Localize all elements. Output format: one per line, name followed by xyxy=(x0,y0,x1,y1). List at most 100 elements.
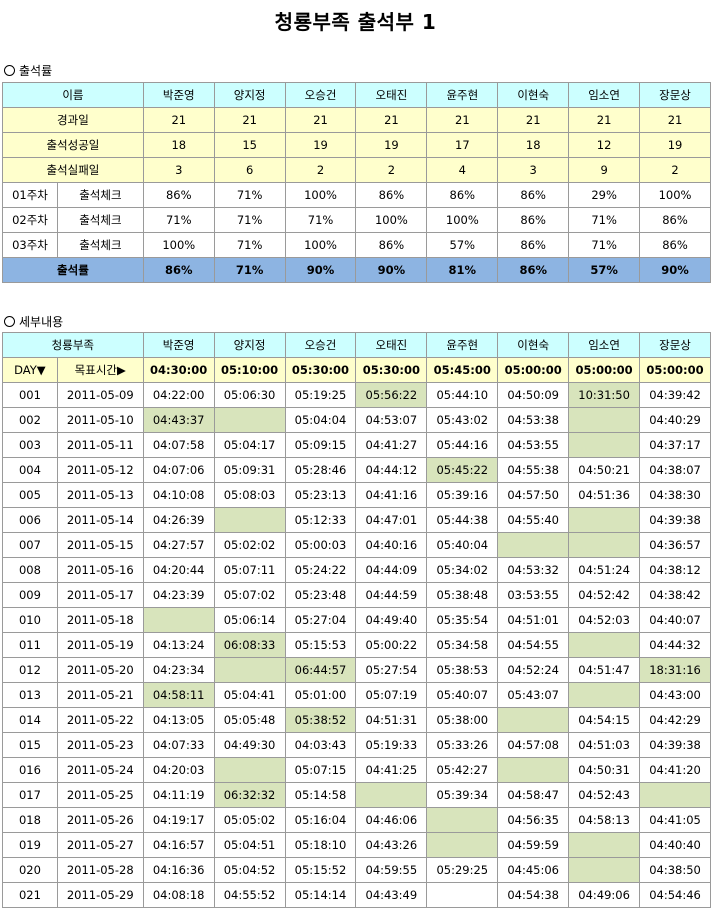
highlighted-time-cell xyxy=(568,857,641,883)
member-name-cell: 임소연 xyxy=(568,332,641,358)
day-number-cell: 013 xyxy=(2,682,58,708)
day-number-cell: 021 xyxy=(2,882,58,908)
day-number-cell: 008 xyxy=(2,557,58,583)
details-table: 청룡부족 박준영 양지정 오승건 오태진 윤주현 이현숙 임소연 장문상 DAY▼ 목표시간▶ 04:… xyxy=(2,332,711,908)
time-cell: 04:44:59 xyxy=(355,582,428,608)
summary-value-cell: 21 xyxy=(142,107,215,133)
date-cell: 2011-05-26 xyxy=(56,807,144,833)
summary-label-cell: 경과일 xyxy=(2,107,144,133)
week-percent-cell: 100% xyxy=(284,182,357,208)
highlighted-time-cell xyxy=(568,832,641,858)
day-number-cell: 014 xyxy=(2,707,58,733)
summary-label-cell: 출석성공일 xyxy=(2,132,144,158)
time-cell: 05:19:25 xyxy=(284,382,357,408)
time-cell: 05:38:48 xyxy=(426,582,499,608)
time-cell: 04:43:49 xyxy=(355,882,428,908)
week-row: 01주차 출석체크 86% 71% 100% 86% 86% 86% 29% 100% xyxy=(2,182,711,208)
time-cell: 05:02:02 xyxy=(213,532,286,558)
date-cell: 2011-05-24 xyxy=(56,757,144,783)
time-cell: 04:50:31 xyxy=(568,757,641,783)
time-cell: 04:13:05 xyxy=(142,707,215,733)
highlighted-time-cell xyxy=(213,757,286,783)
time-cell: 05:40:04 xyxy=(426,532,499,558)
summary-value-cell: 17 xyxy=(426,132,499,158)
highlighted-time-cell: 18:31:16 xyxy=(639,657,711,683)
week-percent-cell: 86% xyxy=(639,232,711,258)
day-row: 002 2011-05-10 04:43:37 05:04:04 04:53:07 05:… xyxy=(2,407,711,433)
time-cell: 04:07:33 xyxy=(142,732,215,758)
highlighted-time-cell xyxy=(213,407,286,433)
time-cell: 05:34:58 xyxy=(426,632,499,658)
highlighted-time-cell xyxy=(213,507,286,533)
summary-row: 출석성공일 18 15 19 19 17 18 12 19 xyxy=(2,132,711,158)
time-cell: 03:53:55 xyxy=(497,582,570,608)
week-row: 02주차 출석체크 71% 71% 71% 100% 100% 86% 71% 86% xyxy=(2,207,711,233)
time-cell: 05:07:19 xyxy=(355,682,428,708)
time-cell: 05:42:27 xyxy=(426,757,499,783)
day-number-cell: 006 xyxy=(2,507,58,533)
time-cell: 04:20:44 xyxy=(142,557,215,583)
summary-value-cell: 21 xyxy=(284,107,357,133)
time-cell: 04:16:36 xyxy=(142,857,215,883)
day-row: 009 2011-05-17 04:23:39 05:07:02 05:23:48 04:… xyxy=(2,582,711,608)
summary-row: 경과일 21 21 21 21 21 21 21 21 xyxy=(2,107,711,133)
time-cell: 04:56:35 xyxy=(497,807,570,833)
page-title: 청룡부족 출석부 1 xyxy=(274,10,437,34)
time-cell: 04:57:08 xyxy=(497,732,570,758)
highlighted-time-cell: 04:43:37 xyxy=(142,407,215,433)
total-rate-cell: 71% xyxy=(213,257,286,283)
date-cell: 2011-05-19 xyxy=(56,632,144,658)
time-cell: 04:26:39 xyxy=(142,507,215,533)
time-cell: 04:55:40 xyxy=(497,507,570,533)
time-cell: 05:35:54 xyxy=(426,607,499,633)
week-percent-cell: 71% xyxy=(213,182,286,208)
total-rate-label-cell: 출석률 xyxy=(2,257,144,283)
time-cell: 05:09:15 xyxy=(284,432,357,458)
time-cell: 04:53:32 xyxy=(497,557,570,583)
time-cell: 04:43:00 xyxy=(639,682,711,708)
time-cell: 05:28:46 xyxy=(284,457,357,483)
target-time-cell: 05:00:00 xyxy=(497,357,570,383)
highlighted-time-cell: 06:32:32 xyxy=(213,782,286,808)
highlighted-time-cell xyxy=(639,782,711,808)
time-cell: 04:41:20 xyxy=(639,757,711,783)
date-cell: 2011-05-28 xyxy=(56,857,144,883)
time-cell: 04:43:26 xyxy=(355,832,428,858)
target-time-cell: 04:30:00 xyxy=(142,357,215,383)
time-cell: 04:47:01 xyxy=(355,507,428,533)
time-cell: 04:54:55 xyxy=(497,632,570,658)
time-cell: 05:23:13 xyxy=(284,482,357,508)
day-number-cell: 009 xyxy=(2,582,58,608)
name-header-row: 이름 박준영 양지정 오승건 오태진 윤주현 이현숙 임소연 장문상 xyxy=(2,82,711,108)
time-cell: 04:23:39 xyxy=(142,582,215,608)
time-cell: 04:42:29 xyxy=(639,707,711,733)
time-cell: 04:40:29 xyxy=(639,407,711,433)
week-percent-cell: 86% xyxy=(497,207,570,233)
date-cell: 2011-05-15 xyxy=(56,532,144,558)
date-cell: 2011-05-17 xyxy=(56,582,144,608)
member-name-cell: 양지정 xyxy=(213,82,286,108)
time-cell: 04:38:42 xyxy=(639,582,711,608)
time-cell: 05:07:15 xyxy=(284,757,357,783)
day-row: 003 2011-05-11 04:07:58 05:04:17 05:09:15 04:… xyxy=(2,432,711,458)
time-cell: 05:01:00 xyxy=(284,682,357,708)
time-cell: 04:50:21 xyxy=(568,457,641,483)
time-cell: 04:44:09 xyxy=(355,557,428,583)
date-cell: 2011-05-22 xyxy=(56,707,144,733)
target-time-cell: 05:45:00 xyxy=(426,357,499,383)
time-cell: 05:15:53 xyxy=(284,632,357,658)
time-cell: 04:41:16 xyxy=(355,482,428,508)
week-percent-cell: 86% xyxy=(497,232,570,258)
member-name-cell: 오승건 xyxy=(284,82,357,108)
time-cell: 04:03:43 xyxy=(284,732,357,758)
day-row: 013 2011-05-21 04:58:11 05:04:41 05:01:00 05:… xyxy=(2,682,711,708)
time-cell: 05:39:34 xyxy=(426,782,499,808)
total-rate-cell: 81% xyxy=(426,257,499,283)
time-cell: 05:44:10 xyxy=(426,382,499,408)
date-cell: 2011-05-18 xyxy=(56,607,144,633)
time-cell: 05:24:22 xyxy=(284,557,357,583)
time-cell: 04:52:42 xyxy=(568,582,641,608)
highlighted-time-cell: 05:45:22 xyxy=(426,457,499,483)
day-row: 001 2011-05-09 04:22:00 05:06:30 05:19:25 05:… xyxy=(2,382,711,408)
day-number-cell: 018 xyxy=(2,807,58,833)
